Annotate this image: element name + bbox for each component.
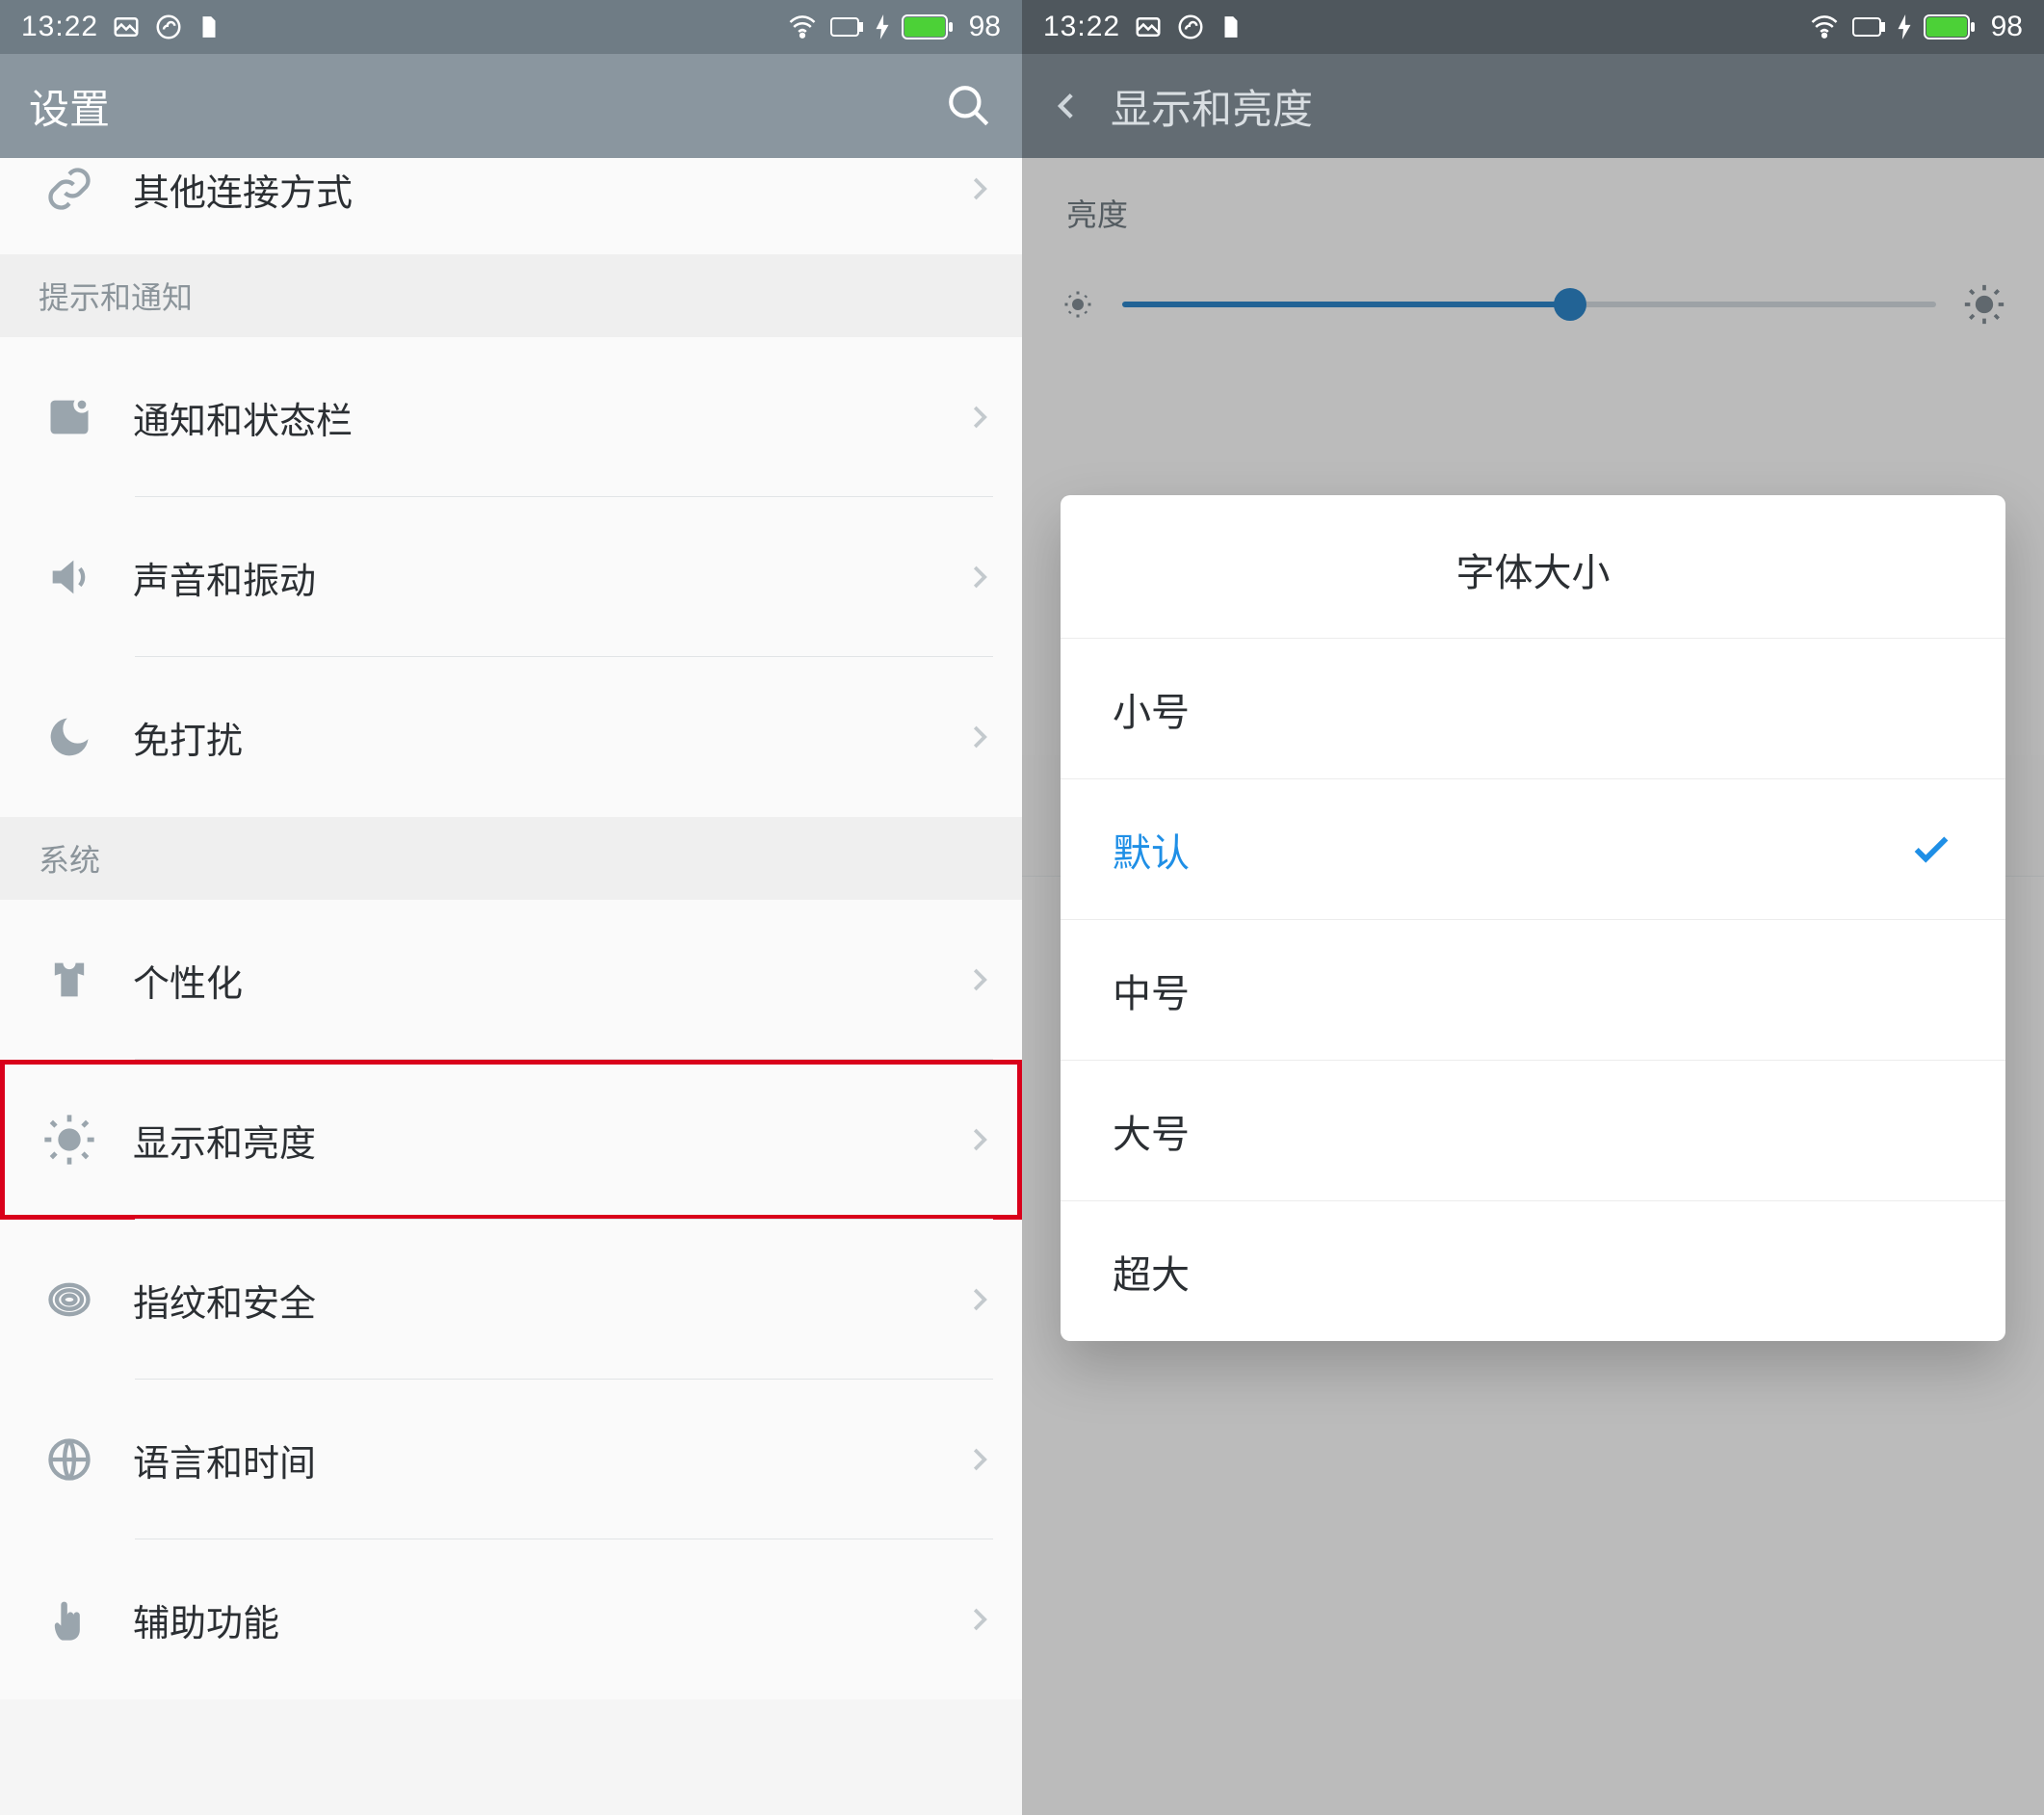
list-item-label: 通知和状态栏 bbox=[133, 391, 964, 444]
list-item-label: 其他连接方式 bbox=[133, 163, 964, 216]
option-label: 默认 bbox=[1113, 822, 1909, 878]
list-item-label: 辅助功能 bbox=[133, 1593, 964, 1646]
battery-outline-icon bbox=[830, 15, 863, 39]
list-item-notifications[interactable]: 通知和状态栏 bbox=[0, 337, 1022, 497]
cloud-icon bbox=[1176, 13, 1205, 41]
shirt-icon bbox=[39, 949, 100, 1011]
sim-icon bbox=[1219, 13, 1244, 41]
status-bar: 13:22 bbox=[0, 0, 1022, 54]
phone-screenshot-settings: 13:22 bbox=[0, 0, 1022, 1815]
app-bar: 显示和亮度 bbox=[1022, 54, 2044, 158]
battery-outline-icon bbox=[1852, 15, 1885, 39]
section-header-system: 系统 bbox=[0, 817, 1022, 900]
list-item-language-time[interactable]: 语言和时间 bbox=[0, 1380, 1022, 1539]
globe-icon bbox=[39, 1429, 100, 1490]
list-item-dnd[interactable]: 免打扰 bbox=[0, 657, 1022, 817]
moon-icon bbox=[39, 706, 100, 768]
picture-icon bbox=[112, 13, 141, 41]
wifi-icon bbox=[1808, 13, 1841, 41]
dialog-title: 字体大小 bbox=[1061, 495, 2005, 638]
list-item-other-connections[interactable]: 其他连接方式 bbox=[0, 158, 1022, 254]
picture-icon bbox=[1134, 13, 1163, 41]
battery-percentage: 98 bbox=[969, 11, 1001, 43]
font-option-small[interactable]: 小号 bbox=[1061, 638, 2005, 778]
link-icon bbox=[39, 158, 100, 220]
chevron-right-icon bbox=[964, 396, 993, 438]
font-option-medium[interactable]: 中号 bbox=[1061, 919, 2005, 1060]
search-icon[interactable] bbox=[945, 82, 993, 130]
settings-scroll-content[interactable]: 其他连接方式 提示和通知 通知和状态栏 bbox=[0, 158, 1022, 1815]
chevron-right-icon bbox=[964, 1438, 993, 1481]
list-item-display-brightness[interactable]: 显示和亮度 bbox=[0, 1060, 1022, 1220]
list-item-label: 声音和振动 bbox=[133, 551, 964, 604]
list-item-label: 免打扰 bbox=[133, 711, 964, 764]
status-time: 13:22 bbox=[21, 11, 98, 43]
phone-screenshot-display: 13:22 98 显示和亮度 亮度 bbox=[1022, 0, 2044, 1815]
option-label: 超大 bbox=[1113, 1244, 1953, 1300]
font-option-large[interactable]: 大号 bbox=[1061, 1060, 2005, 1200]
chevron-right-icon bbox=[964, 1598, 993, 1641]
status-bar: 13:22 98 bbox=[1022, 0, 2044, 54]
battery-icon bbox=[1924, 14, 1976, 39]
list-item-personalize[interactable]: 个性化 bbox=[0, 900, 1022, 1060]
wifi-icon bbox=[786, 13, 819, 41]
sun-icon bbox=[39, 1109, 100, 1171]
section-header-notifications: 提示和通知 bbox=[0, 254, 1022, 337]
chevron-right-icon bbox=[964, 959, 993, 1001]
list-item-sound[interactable]: 声音和振动 bbox=[0, 497, 1022, 657]
option-label: 中号 bbox=[1113, 962, 1953, 1018]
list-item-label: 显示和亮度 bbox=[133, 1114, 964, 1167]
chevron-right-icon bbox=[964, 1278, 993, 1321]
charging-icon bbox=[1897, 14, 1912, 39]
chevron-right-icon bbox=[964, 168, 993, 210]
page-title: 显示和亮度 bbox=[1111, 77, 1313, 136]
chevron-right-icon bbox=[964, 716, 993, 758]
speaker-icon bbox=[39, 546, 100, 608]
list-item-label: 指纹和安全 bbox=[133, 1274, 964, 1327]
sim-icon bbox=[197, 13, 222, 41]
chevron-right-icon bbox=[964, 1118, 993, 1161]
option-label: 小号 bbox=[1113, 681, 1953, 737]
cloud-icon bbox=[154, 13, 183, 41]
hand-icon bbox=[39, 1589, 100, 1650]
option-label: 大号 bbox=[1113, 1103, 1953, 1159]
font-option-xlarge[interactable]: 超大 bbox=[1061, 1200, 2005, 1341]
list-item-label: 个性化 bbox=[133, 954, 964, 1007]
font-option-default[interactable]: 默认 bbox=[1061, 778, 2005, 919]
list-item-label: 语言和时间 bbox=[133, 1434, 964, 1486]
charging-icon bbox=[875, 14, 890, 39]
chevron-right-icon bbox=[964, 556, 993, 598]
battery-percentage: 98 bbox=[1991, 11, 2023, 43]
notification-panel-icon bbox=[39, 386, 100, 448]
fingerprint-icon bbox=[39, 1269, 100, 1330]
battery-icon bbox=[902, 14, 954, 39]
app-bar: 设置 bbox=[0, 54, 1022, 158]
font-size-dialog: 字体大小 小号 默认 中号 大号 超大 bbox=[1061, 495, 2005, 1341]
check-icon bbox=[1909, 828, 1953, 872]
list-item-accessibility[interactable]: 辅助功能 bbox=[0, 1539, 1022, 1699]
status-time: 13:22 bbox=[1043, 11, 1120, 43]
list-item-fingerprint-security[interactable]: 指纹和安全 bbox=[0, 1220, 1022, 1380]
page-title: 设置 bbox=[29, 77, 110, 136]
back-button[interactable] bbox=[1051, 82, 1084, 130]
